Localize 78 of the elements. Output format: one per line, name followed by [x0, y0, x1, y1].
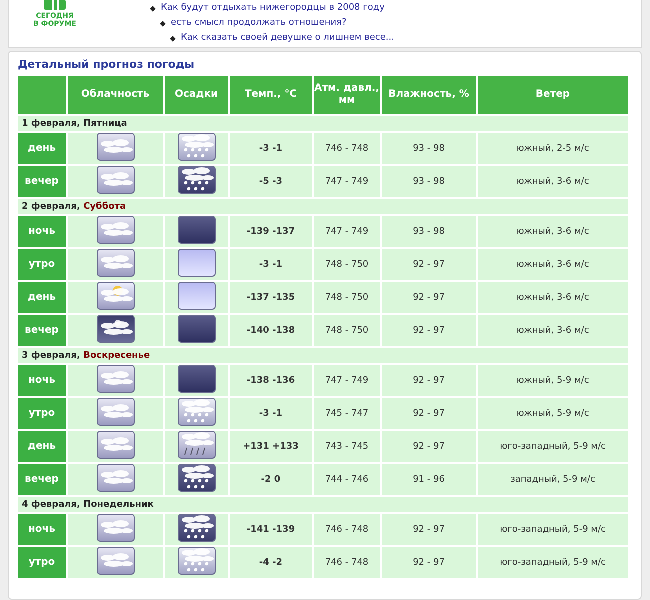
temperature-cell: -3 -1: [230, 398, 312, 429]
pressure-cell: 743 - 745: [314, 431, 380, 462]
pressure-cell: 746 - 748: [314, 514, 380, 545]
header-cell: [18, 76, 66, 114]
pressure-cell: 748 - 750: [314, 282, 380, 313]
pressure-cell: 747 - 749: [314, 166, 380, 197]
humidity-cell: 92 - 97: [382, 282, 476, 313]
pressure-cell: 746 - 748: [314, 547, 380, 578]
temperature-cell: -3 -1: [230, 249, 312, 280]
humidity-cell: 92 - 97: [382, 431, 476, 462]
pressure-cell: 747 - 749: [314, 216, 380, 247]
forum-link[interactable]: есть смысл продолжать отношения?: [171, 16, 347, 31]
column-header: Ветер: [478, 76, 628, 114]
humidity-cell: 91 - 96: [382, 464, 476, 495]
humidity-cell: 92 - 97: [382, 315, 476, 346]
section-title: Детальный прогноз погоды: [18, 58, 196, 71]
forum-link[interactable]: Как сказать своей девушке о лишнем весе...: [181, 31, 394, 46]
forum-link[interactable]: Как будут отдыхать нижегородцы в 2008 году: [161, 1, 385, 16]
column-header: Влажность, %: [382, 76, 476, 114]
temperature-cell: -4 -2: [230, 547, 312, 578]
period-cell: утро: [18, 249, 66, 280]
bullet-icon: [150, 6, 156, 12]
wind-cell: юго-западный, 5-9 м/с: [478, 547, 628, 578]
temperature-cell: -137 -135: [230, 282, 312, 313]
temperature-cell: -141 -139: [230, 514, 312, 545]
wind-cell: юго-западный, 5-9 м/с: [478, 514, 628, 545]
period-cell: вечер: [18, 464, 66, 495]
wind-cell: южный, 5-9 м/с: [478, 365, 628, 396]
wind-cell: южный, 3-6 м/с: [478, 249, 628, 280]
bullet-icon: [170, 36, 176, 42]
temperature-cell: -2 0: [230, 464, 312, 495]
column-header: Темп., °C: [230, 76, 312, 114]
humidity-cell: 92 - 97: [382, 365, 476, 396]
pressure-cell: 745 - 747: [314, 398, 380, 429]
wind-cell: южный, 3-6 м/с: [478, 282, 628, 313]
wind-cell: южный, 3-6 м/с: [478, 216, 628, 247]
period-cell: ночь: [18, 365, 66, 396]
period-cell: ночь: [18, 216, 66, 247]
temperature-cell: +131 +133: [230, 431, 312, 462]
wind-cell: южный, 2-5 м/с: [478, 133, 628, 164]
date-row: 4 февраля, Понедельник: [18, 497, 628, 512]
wind-cell: южный, 3-6 м/с: [478, 315, 628, 346]
period-cell: вечер: [18, 315, 66, 346]
humidity-cell: 92 - 97: [382, 249, 476, 280]
wind-cell: южный, 5-9 м/с: [478, 398, 628, 429]
temperature-cell: -3 -1: [230, 133, 312, 164]
pressure-cell: 748 - 750: [314, 315, 380, 346]
temperature-cell: -140 -138: [230, 315, 312, 346]
period-cell: утро: [18, 547, 66, 578]
humidity-cell: 92 - 97: [382, 398, 476, 429]
temperature-cell: -138 -136: [230, 365, 312, 396]
pressure-cell: 748 - 750: [314, 249, 380, 280]
period-cell: день: [18, 133, 66, 164]
humidity-cell: 93 - 98: [382, 166, 476, 197]
period-cell: день: [18, 282, 66, 313]
date-row: 3 февраля, Воскресенье: [18, 348, 628, 363]
wind-cell: западный, 5-9 м/с: [478, 464, 628, 495]
humidity-cell: 93 - 98: [382, 216, 476, 247]
humidity-cell: 93 - 98: [382, 133, 476, 164]
date-row: 1 февраля, Пятница: [18, 116, 628, 131]
column-header: Осадки: [165, 76, 228, 114]
pressure-cell: 746 - 748: [314, 133, 380, 164]
wind-cell: южный, 3-6 м/с: [478, 166, 628, 197]
temperature-cell: -139 -137: [230, 216, 312, 247]
wind-cell: юго-западный, 5-9 м/с: [478, 431, 628, 462]
period-cell: вечер: [18, 166, 66, 197]
temperature-cell: -5 -3: [230, 166, 312, 197]
date-row: 2 февраля, Суббота: [18, 199, 628, 214]
bullet-icon: [160, 20, 166, 26]
pressure-cell: 744 - 746: [314, 464, 380, 495]
humidity-cell: 92 - 97: [382, 547, 476, 578]
period-cell: утро: [18, 398, 66, 429]
column-header: Атм. давл., мм: [314, 76, 380, 114]
period-cell: ночь: [18, 514, 66, 545]
pressure-cell: 747 - 749: [314, 365, 380, 396]
period-cell: день: [18, 431, 66, 462]
column-header: Облачность: [68, 76, 163, 114]
humidity-cell: 92 - 97: [382, 514, 476, 545]
